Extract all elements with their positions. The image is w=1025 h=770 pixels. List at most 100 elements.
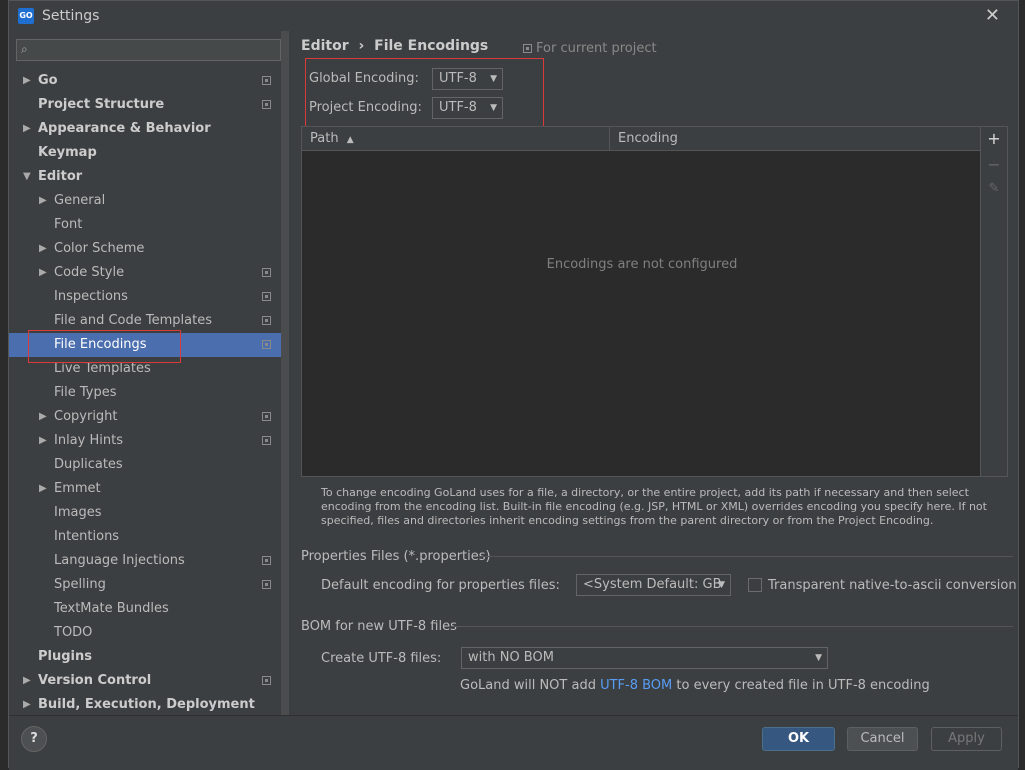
- transparent-ascii-checkbox[interactable]: [748, 578, 762, 592]
- global-encoding-value: UTF-8: [439, 71, 477, 86]
- sidebar-item[interactable]: Plugins: [9, 645, 289, 669]
- project-level-icon: [262, 292, 271, 301]
- sidebar-item[interactable]: ▶ Build, Execution, Deployment: [9, 693, 289, 717]
- sidebar-item[interactable]: ▶ Version Control: [9, 669, 289, 693]
- bom-note: GoLand will NOT add UTF-8 BOM to every c…: [460, 678, 930, 693]
- sidebar-item[interactable]: ▼ Editor: [9, 165, 289, 189]
- sidebar-item-label: Intentions: [54, 529, 120, 544]
- properties-encoding-select[interactable]: <System Default: GB ▼: [576, 574, 731, 596]
- empty-table-message: Encodings are not configured: [546, 257, 738, 272]
- chevron-down-icon[interactable]: ▼: [23, 165, 35, 189]
- sidebar-item[interactable]: Intentions: [9, 525, 289, 549]
- sidebar-item[interactable]: ▶ Emmet: [9, 477, 289, 501]
- chevron-right-icon[interactable]: ▶: [39, 405, 51, 429]
- sidebar-item-label: Version Control: [38, 673, 152, 688]
- sidebar-item[interactable]: Spelling: [9, 573, 289, 597]
- properties-default-label: Default encoding for properties files:: [321, 578, 560, 593]
- sidebar-item[interactable]: ▶ Code Style: [9, 261, 289, 285]
- project-level-icon: [262, 580, 271, 589]
- sidebar-item-label: Inspections: [54, 289, 128, 304]
- sidebar-item[interactable]: ▶ Color Scheme: [9, 237, 289, 261]
- project-level-icon: [262, 268, 271, 277]
- chevron-down-icon: ▼: [815, 653, 822, 663]
- edit-icon[interactable]: ✎: [986, 181, 1002, 196]
- properties-encoding-value: <System Default: GB: [583, 577, 722, 592]
- add-icon[interactable]: +: [986, 129, 1002, 148]
- help-button[interactable]: ?: [21, 726, 47, 752]
- sidebar-item[interactable]: ▶ Go: [9, 69, 289, 93]
- sidebar-item[interactable]: Duplicates: [9, 453, 289, 477]
- sidebar-item-label: Editor: [38, 169, 83, 184]
- properties-section-divider: [479, 556, 1013, 557]
- sidebar-item[interactable]: Images: [9, 501, 289, 525]
- sidebar-item-label: Duplicates: [54, 457, 123, 472]
- column-path[interactable]: Path ▲: [302, 127, 609, 150]
- project-encoding-select[interactable]: UTF-8 ▼: [432, 97, 503, 119]
- cancel-button[interactable]: Cancel: [847, 727, 918, 751]
- global-encoding-label: Global Encoding:: [309, 71, 419, 86]
- dialog-footer: ? OK Cancel Apply: [9, 715, 1018, 770]
- chevron-right-icon[interactable]: ▶: [39, 477, 51, 501]
- for-current-project-label: For current project: [536, 41, 657, 56]
- sidebar-item-label: General: [54, 193, 106, 208]
- chevron-down-icon: ▼: [718, 580, 725, 590]
- remove-icon[interactable]: −: [986, 155, 1002, 174]
- ok-button[interactable]: OK: [762, 727, 835, 751]
- sidebar-item-label: Build, Execution, Deployment: [38, 697, 255, 712]
- bom-note-prefix: GoLand will NOT add: [460, 678, 601, 693]
- sidebar-item-label: Code Style: [54, 265, 125, 280]
- chevron-right-icon[interactable]: ▶: [39, 429, 51, 453]
- sidebar-item[interactable]: Inspections: [9, 285, 289, 309]
- project-encoding-value: UTF-8: [439, 100, 477, 115]
- chevron-right-icon[interactable]: ▶: [23, 117, 35, 141]
- sidebar-item-label: Language Injections: [54, 553, 185, 568]
- sidebar-item[interactable]: ▶ General: [9, 189, 289, 213]
- sidebar-scrollbar[interactable]: [281, 31, 289, 715]
- sidebar-item-label: Go: [38, 73, 58, 88]
- project-level-icon: [262, 556, 271, 565]
- encoding-help-text: To change encoding GoLand uses for a fil…: [321, 486, 987, 527]
- encoding-table: Path ▲ Encoding Encodings are not config…: [301, 126, 981, 477]
- sidebar-item-label: Font: [54, 217, 83, 232]
- chevron-right-icon[interactable]: ▶: [23, 693, 35, 717]
- sidebar-item[interactable]: Font: [9, 213, 289, 237]
- sidebar-item[interactable]: ▶ Inlay Hints: [9, 429, 289, 453]
- bom-section-title: BOM for new UTF-8 files: [301, 619, 457, 634]
- column-encoding[interactable]: Encoding: [609, 127, 982, 150]
- settings-dialog: GO Settings ✕ ⌕ ▶ Go Project Structure ▶ App…: [8, 0, 1019, 770]
- sidebar-item-label: Copyright: [54, 409, 118, 424]
- sidebar-item[interactable]: ▶ Copyright: [9, 405, 289, 429]
- sidebar-item[interactable]: TextMate Bundles: [9, 597, 289, 621]
- sidebar-item[interactable]: ▶ Appearance & Behavior: [9, 117, 289, 141]
- sidebar-item-label: Keymap: [38, 145, 97, 160]
- sidebar-item-label: Color Scheme: [54, 241, 145, 256]
- close-icon[interactable]: ✕: [985, 5, 1000, 26]
- column-encoding-label: Encoding: [618, 131, 678, 146]
- project-level-icon: [262, 316, 271, 325]
- project-level-icon: [262, 340, 271, 349]
- search-input[interactable]: ⌕: [16, 39, 281, 61]
- sidebar-item[interactable]: Language Injections: [9, 549, 289, 573]
- sidebar-item-label: TextMate Bundles: [54, 601, 169, 616]
- breadcrumb-parent: Editor: [301, 38, 349, 54]
- project-icon: [523, 44, 532, 53]
- create-utf8-select[interactable]: with NO BOM ▼: [461, 647, 828, 669]
- chevron-right-icon[interactable]: ▶: [39, 261, 51, 285]
- chevron-right-icon[interactable]: ▶: [23, 69, 35, 93]
- chevron-right-icon[interactable]: ▶: [39, 189, 51, 213]
- apply-button[interactable]: Apply: [931, 727, 1002, 751]
- sidebar-item[interactable]: Project Structure: [9, 93, 289, 117]
- sidebar-item-label: Inlay Hints: [54, 433, 123, 448]
- bom-section-divider: [451, 626, 1013, 627]
- search-icon: ⌕: [21, 42, 28, 56]
- sidebar-item[interactable]: File Types: [9, 381, 289, 405]
- global-encoding-select[interactable]: UTF-8 ▼: [432, 68, 503, 90]
- utf8-bom-link[interactable]: UTF-8 BOM: [600, 678, 672, 693]
- create-utf8-label: Create UTF-8 files:: [321, 651, 442, 666]
- chevron-right-icon[interactable]: ▶: [23, 669, 35, 693]
- transparent-ascii-label[interactable]: Transparent native-to-ascii conversion: [768, 578, 1017, 593]
- chevron-right-icon[interactable]: ▶: [39, 237, 51, 261]
- properties-section-title: Properties Files (*.properties): [301, 549, 491, 564]
- sidebar-item[interactable]: Keymap: [9, 141, 289, 165]
- sidebar-item[interactable]: TODO: [9, 621, 289, 645]
